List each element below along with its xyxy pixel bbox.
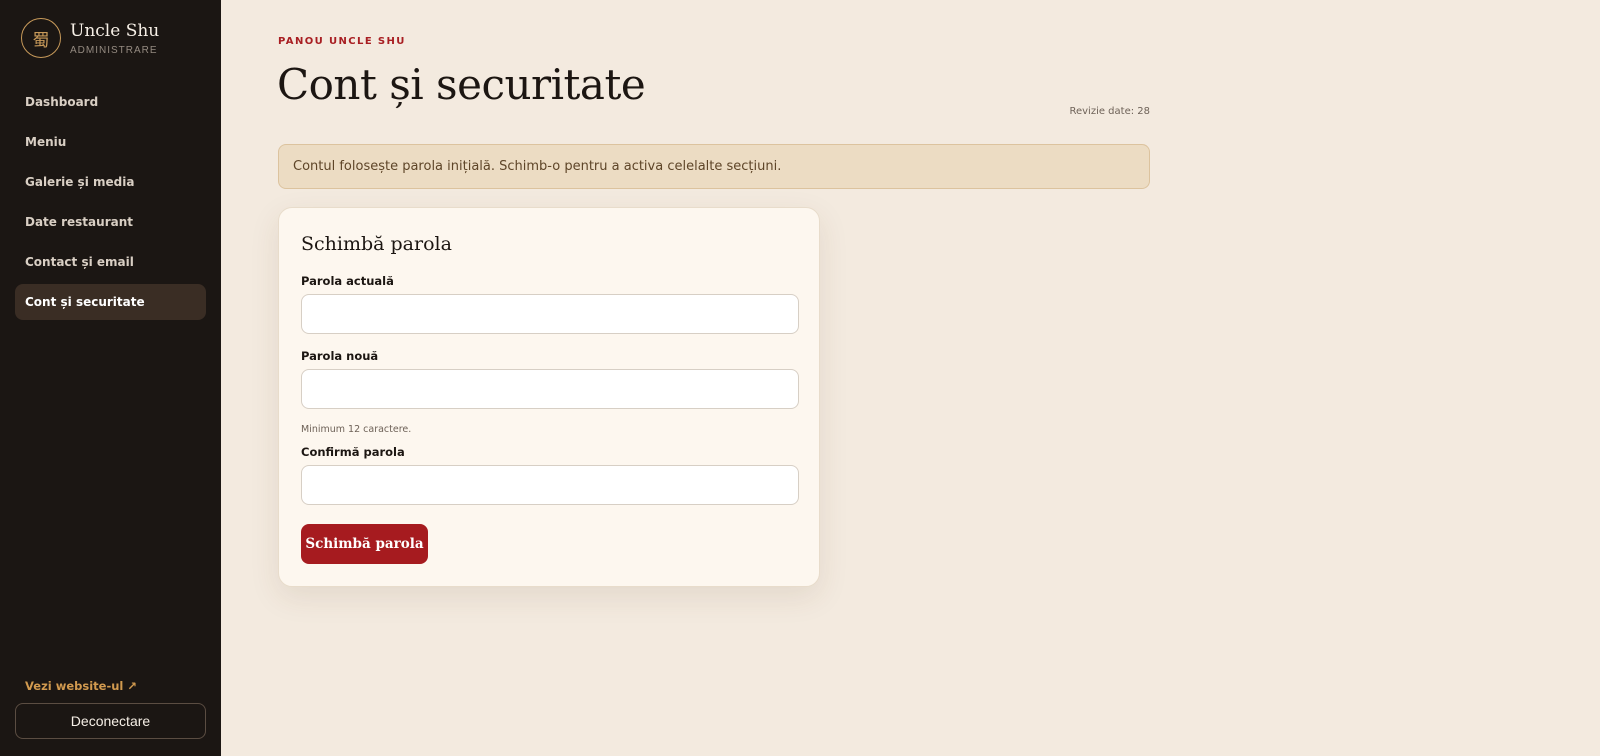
page-title: Cont și securitate <box>277 60 646 109</box>
warning-alert: Contul folosește parola inițială. Schimb… <box>278 144 1150 189</box>
sidebar-item-contact[interactable]: Contact și email <box>15 244 206 280</box>
sidebar-nav: Dashboard Meniu Galerie și media Date re… <box>15 84 206 324</box>
logo-icon: 蜀 <box>21 18 61 58</box>
sidebar-item-meniu[interactable]: Meniu <box>15 124 206 160</box>
confirm-password-input[interactable] <box>301 465 799 505</box>
new-password-input[interactable] <box>301 369 799 409</box>
revision-label: Revizie date: 28 <box>1069 106 1150 117</box>
brand-name: Uncle Shu <box>70 21 160 41</box>
brand-text: Uncle Shu ADMINISTRARE <box>70 20 159 56</box>
logout-button[interactable]: Deconectare <box>15 703 206 739</box>
sidebar: 蜀 Uncle Shu ADMINISTRARE Dashboard Meniu… <box>0 0 221 756</box>
page-eyebrow: PANOU UNCLE SHU <box>278 36 406 47</box>
alert-text: Contul folosește parola inițială. Schimb… <box>293 159 782 174</box>
new-password-hint: Minimum 12 caractere. <box>301 424 412 435</box>
confirm-password-label: Confirmă parola <box>301 445 405 459</box>
sidebar-item-cont-securitate[interactable]: Cont și securitate <box>15 284 206 320</box>
brand[interactable]: 蜀 Uncle Shu ADMINISTRARE <box>21 18 159 58</box>
new-password-label: Parola nouă <box>301 349 379 363</box>
change-password-button[interactable]: Schimbă parola <box>301 524 428 564</box>
sidebar-item-dashboard[interactable]: Dashboard <box>15 84 206 120</box>
visit-website-link[interactable]: Vezi website-ul ↗ <box>25 679 137 693</box>
change-password-card: Schimbă parola Parola actuală Parola nou… <box>278 207 820 587</box>
sidebar-item-date-restaurant[interactable]: Date restaurant <box>15 204 206 240</box>
card-title: Schimbă parola <box>301 233 452 255</box>
brand-subtitle: ADMINISTRARE <box>70 45 158 56</box>
sidebar-item-galerie[interactable]: Galerie și media <box>15 164 206 200</box>
current-password-input[interactable] <box>301 294 799 334</box>
current-password-label: Parola actuală <box>301 274 394 288</box>
